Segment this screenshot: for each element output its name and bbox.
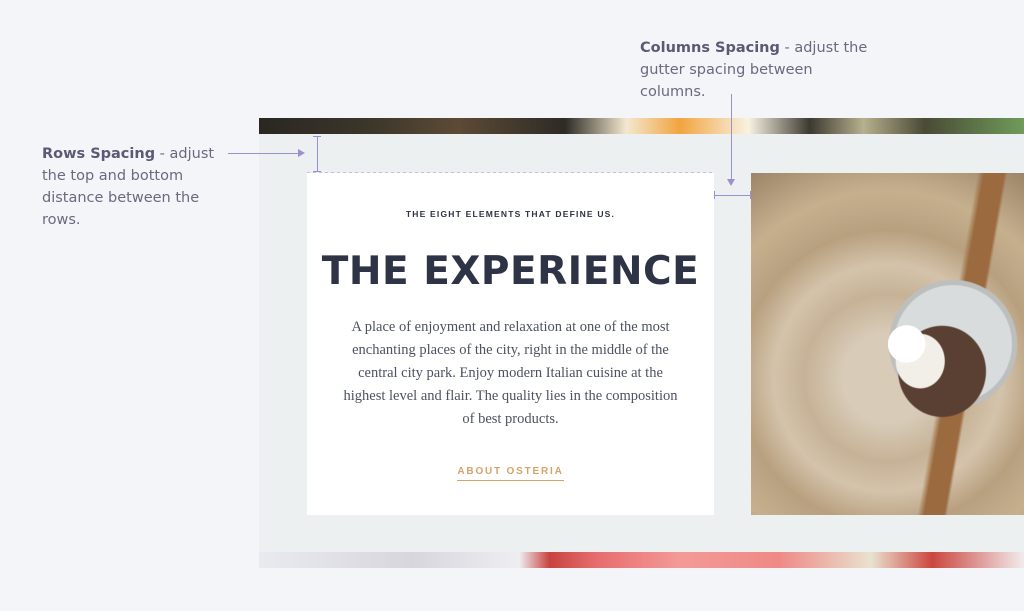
- card-body: A place of enjoyment and relaxation at o…: [343, 319, 678, 427]
- columns-spacing-arrow-icon: [727, 179, 735, 186]
- columns-spacing-tick-right: [750, 191, 751, 199]
- about-osteria-link[interactable]: ABOUT OSTERIA: [457, 466, 564, 481]
- food-photo: [751, 173, 1024, 515]
- rows-spacing-measure-line: [317, 136, 318, 172]
- bottom-image-strip: [259, 552, 1024, 568]
- columns-spacing-title: Columns Spacing: [640, 40, 780, 56]
- rows-spacing-annotation: Rows Spacing - adjust the top and bottom…: [42, 143, 232, 231]
- row-spacing-guide-line: [307, 172, 714, 173]
- rows-spacing-tick-bottom: [313, 171, 321, 172]
- card-eyebrow: THE EIGHT ELEMENTS THAT DEFINE US.: [405, 209, 616, 219]
- rows-spacing-pointer-line: [228, 153, 298, 154]
- rows-spacing-tick-top: [313, 136, 321, 137]
- columns-spacing-tick-left: [714, 191, 715, 199]
- top-image-strip: [259, 118, 1024, 134]
- columns-spacing-measure-line: [714, 195, 751, 196]
- rows-spacing-title: Rows Spacing: [42, 146, 156, 162]
- columns-spacing-annotation: Columns Spacing - adjust the gutter spac…: [640, 37, 880, 103]
- layout-preview: THE EIGHT ELEMENTS THAT DEFINE US. THE E…: [259, 118, 1024, 568]
- rows-spacing-arrow-icon: [298, 149, 305, 157]
- card-heading: THE EXPERIENCE: [321, 249, 700, 294]
- experience-card: THE EIGHT ELEMENTS THAT DEFINE US. THE E…: [307, 173, 714, 515]
- columns-spacing-pointer-line: [731, 94, 732, 179]
